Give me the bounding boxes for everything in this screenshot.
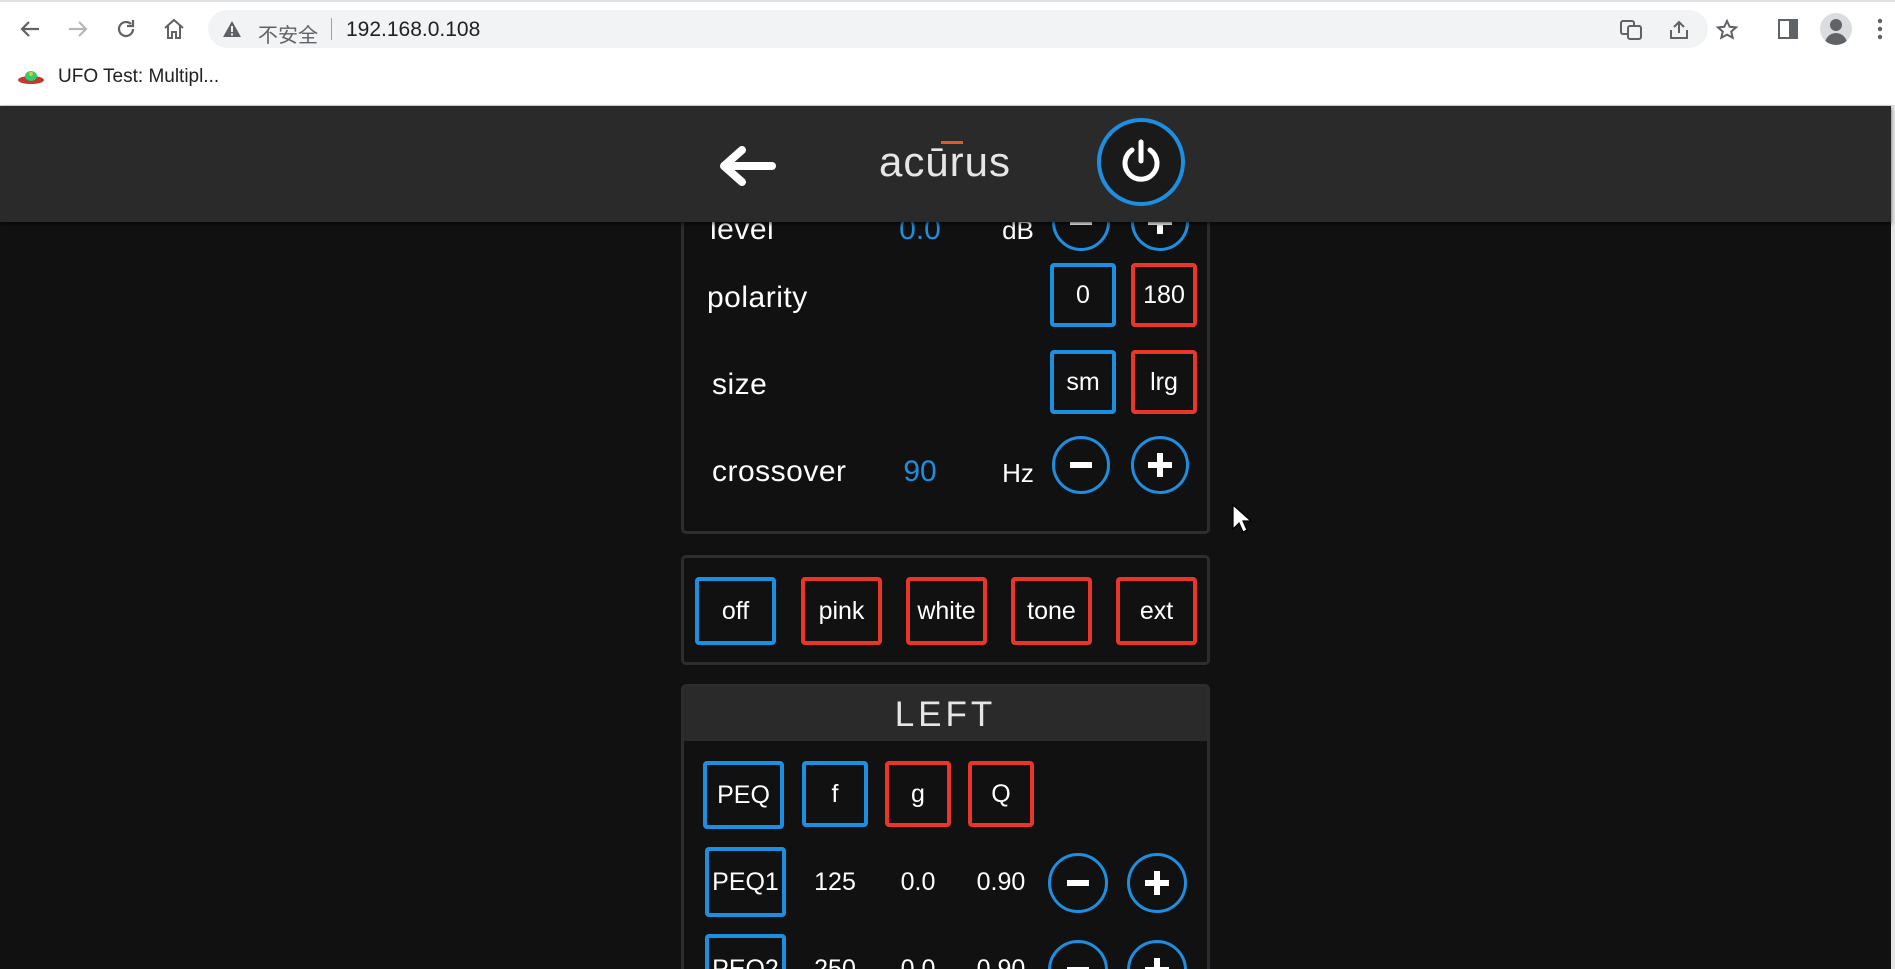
home-icon[interactable] bbox=[156, 12, 192, 46]
page-scrollbar[interactable] bbox=[1891, 106, 1895, 969]
address-bar[interactable]: 不安全 192.168.0.108 bbox=[208, 10, 1739, 48]
level-label: level bbox=[710, 222, 775, 246]
plus-icon bbox=[1148, 453, 1172, 477]
side-panel-icon[interactable] bbox=[1770, 12, 1806, 46]
tab-strip-edge bbox=[0, 0, 1895, 2]
noise-off-button[interactable]: off bbox=[695, 577, 776, 645]
power-button[interactable] bbox=[1097, 118, 1185, 206]
forward-nav-icon[interactable] bbox=[60, 12, 96, 46]
back-arrow-icon[interactable] bbox=[718, 146, 776, 186]
noise-tone-button[interactable]: tone bbox=[1011, 577, 1092, 645]
bookmark-ufo-test[interactable]: UFO Test: Multipl... bbox=[16, 64, 219, 90]
avatar-body bbox=[1825, 33, 1847, 45]
peq1-q: 0.90 bbox=[976, 868, 1026, 896]
translate-icon[interactable] bbox=[1618, 17, 1644, 43]
size-sm-button[interactable]: sm bbox=[1050, 350, 1116, 414]
power-icon bbox=[1122, 139, 1160, 182]
scroll-content[interactable]: level 0.0 dB polarity 0 180 size sm lrg … bbox=[0, 222, 1891, 969]
crossover-unit: Hz bbox=[1002, 458, 1034, 488]
peq2-gain: 0.0 bbox=[900, 955, 936, 969]
polarity-180-button[interactable]: 180 bbox=[1131, 263, 1197, 327]
q-header-button[interactable]: Q bbox=[968, 761, 1034, 827]
channel-settings-panel: level 0.0 dB polarity 0 180 size sm lrg … bbox=[681, 222, 1210, 534]
noise-white-button[interactable]: white bbox=[906, 577, 987, 645]
app-header: acūrus bbox=[0, 106, 1891, 222]
g-header-button[interactable]: g bbox=[885, 761, 951, 827]
omnibox-separator bbox=[331, 18, 332, 40]
minus-icon bbox=[1070, 222, 1092, 225]
avatar-head bbox=[1830, 19, 1842, 31]
peq1-increase-button[interactable] bbox=[1127, 853, 1187, 913]
reload-icon[interactable] bbox=[108, 12, 144, 46]
crossover-decrease-button[interactable] bbox=[1052, 436, 1110, 494]
polarity-0-button[interactable]: 0 bbox=[1050, 263, 1116, 327]
left-panel-title: LEFT bbox=[684, 687, 1207, 741]
peq2-q: 0.90 bbox=[976, 955, 1026, 969]
peq1-button[interactable]: PEQ1 bbox=[705, 847, 786, 917]
noise-generator-panel: off pink white tone ext bbox=[681, 555, 1210, 665]
level-decrease-button[interactable] bbox=[1052, 222, 1110, 251]
peq2-frequency: 250 bbox=[814, 955, 856, 969]
peq1-frequency: 125 bbox=[814, 868, 856, 896]
kebab-menu-icon[interactable] bbox=[1870, 12, 1890, 46]
level-value: 0.0 bbox=[899, 222, 941, 246]
bookmark-label: UFO Test: Multipl... bbox=[58, 66, 220, 87]
f-header-button[interactable]: f bbox=[802, 761, 868, 827]
crossover-value: 90 bbox=[903, 455, 937, 488]
peq2-button[interactable]: PEQ2 bbox=[705, 934, 786, 969]
plus-icon bbox=[1148, 222, 1172, 234]
logo-accent-bar bbox=[941, 141, 963, 144]
peq1-gain: 0.0 bbox=[900, 868, 936, 896]
ufo-favicon-icon bbox=[16, 65, 46, 89]
mouse-cursor-icon bbox=[1232, 504, 1252, 533]
profile-avatar-icon[interactable] bbox=[1820, 13, 1852, 45]
share-icon[interactable] bbox=[1666, 17, 1692, 43]
polarity-label: polarity bbox=[707, 281, 808, 314]
warning-icon[interactable] bbox=[222, 19, 242, 39]
browser-chrome: 不安全 192.168.0.108 UFO Test: Multipl... bbox=[0, 0, 1895, 106]
level-unit: dB bbox=[1002, 222, 1034, 245]
crossover-label: crossover bbox=[712, 455, 847, 488]
left-peq-panel: LEFT PEQ f g Q PEQ1 125 0.0 0.90 PEQ2 25… bbox=[681, 684, 1210, 969]
back-nav-icon[interactable] bbox=[12, 12, 48, 46]
plus-icon bbox=[1145, 958, 1169, 969]
security-label[interactable]: 不安全 bbox=[258, 19, 318, 48]
size-label: size bbox=[712, 368, 768, 401]
plus-icon bbox=[1145, 871, 1169, 895]
star-icon[interactable] bbox=[1714, 17, 1740, 43]
noise-pink-button[interactable]: pink bbox=[801, 577, 882, 645]
peq2-decrease-button[interactable] bbox=[1048, 940, 1108, 969]
peq2-increase-button[interactable] bbox=[1127, 940, 1187, 969]
minus-icon bbox=[1067, 967, 1089, 969]
minus-icon bbox=[1067, 880, 1089, 886]
crossover-increase-button[interactable] bbox=[1131, 436, 1189, 494]
minus-icon bbox=[1070, 462, 1092, 468]
noise-ext-button[interactable]: ext bbox=[1116, 577, 1197, 645]
acurus-logo: acūrus bbox=[878, 138, 1012, 185]
peq1-decrease-button[interactable] bbox=[1048, 853, 1108, 913]
peq-header-button[interactable]: PEQ bbox=[703, 761, 784, 829]
size-lrg-button[interactable]: lrg bbox=[1131, 350, 1197, 414]
level-increase-button[interactable] bbox=[1131, 222, 1189, 251]
url-text[interactable]: 192.168.0.108 bbox=[346, 18, 480, 42]
